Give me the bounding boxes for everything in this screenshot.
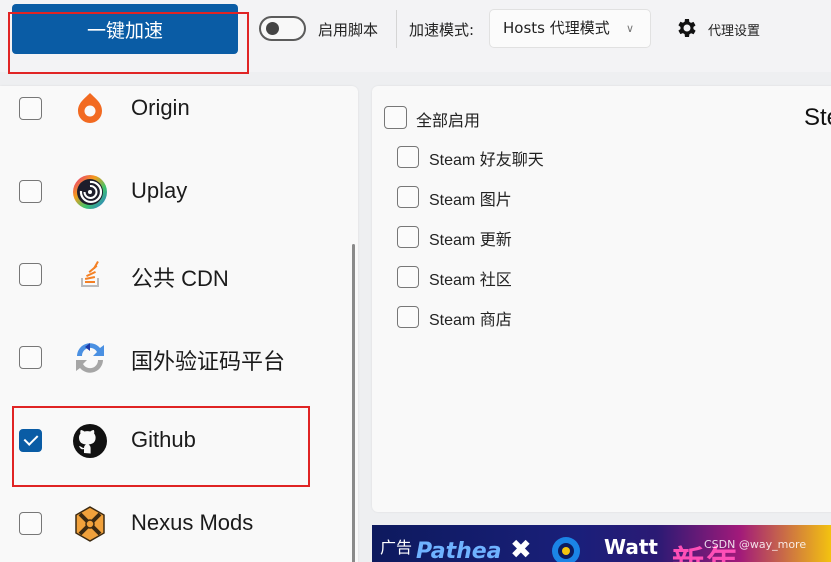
select-all-checkbox[interactable] bbox=[384, 106, 407, 129]
nexus-mods-icon bbox=[75, 506, 105, 542]
service-checkbox[interactable] bbox=[19, 180, 42, 203]
service-checkbox[interactable] bbox=[19, 263, 42, 286]
service-item-origin[interactable]: Origin bbox=[0, 90, 352, 150]
detail-title: Ste bbox=[804, 104, 831, 131]
ad-logo-icon bbox=[552, 537, 580, 562]
service-label: Uplay bbox=[131, 178, 188, 203]
ad-cross-icon: ✖ bbox=[510, 535, 532, 562]
service-checkbox[interactable] bbox=[19, 512, 42, 535]
option-label: Steam 好友聊天 bbox=[429, 152, 544, 169]
option-label: Steam 图片 bbox=[429, 192, 512, 209]
option-checkbox-steam-chat[interactable] bbox=[397, 146, 419, 168]
toggle-knob bbox=[266, 22, 279, 35]
option-label: Steam 社区 bbox=[429, 272, 512, 289]
service-checkbox[interactable] bbox=[19, 346, 42, 369]
service-label: Origin bbox=[131, 95, 190, 120]
recaptcha-icon bbox=[76, 343, 104, 373]
origin-icon bbox=[78, 93, 102, 123]
public-cdn-icon bbox=[81, 261, 99, 287]
select-all-label: 全部启用 bbox=[416, 113, 481, 130]
chevron-down-icon: ∨ bbox=[625, 22, 634, 35]
service-item-uplay[interactable]: Uplay bbox=[0, 173, 352, 233]
uplay-icon bbox=[73, 175, 107, 209]
github-icon bbox=[73, 424, 107, 458]
option-checkbox-steam-community[interactable] bbox=[397, 266, 419, 288]
service-list-panel bbox=[0, 86, 358, 562]
service-label: Github bbox=[131, 427, 196, 452]
option-label: Steam 更新 bbox=[429, 232, 512, 249]
service-item-github[interactable]: Github bbox=[0, 422, 352, 482]
proxy-settings-label[interactable]: 代理设置 bbox=[708, 20, 760, 39]
watermark: CSDN @way_more bbox=[704, 538, 807, 551]
service-item-captcha[interactable]: 国外验证码平台 bbox=[0, 339, 352, 399]
enable-script-toggle[interactable] bbox=[259, 16, 306, 41]
option-label: Steam 商店 bbox=[429, 312, 512, 329]
service-label: 公共 CDN bbox=[131, 266, 229, 291]
gear-icon[interactable] bbox=[675, 16, 699, 40]
one-click-accelerate-button[interactable]: 一键加速 bbox=[12, 4, 238, 54]
ad-brand-pathea: Pathea bbox=[416, 539, 502, 562]
acceleration-mode-select[interactable]: Hosts 代理模式 ∨ bbox=[489, 9, 651, 48]
service-label: Nexus Mods bbox=[131, 510, 254, 535]
service-checkbox[interactable] bbox=[19, 429, 42, 452]
ad-brand-watt: Watt bbox=[604, 535, 658, 559]
toolbar-divider bbox=[396, 10, 397, 48]
acceleration-mode-label: 加速模式: bbox=[409, 21, 475, 39]
option-checkbox-steam-images[interactable] bbox=[397, 186, 419, 208]
mode-select-value: Hosts 代理模式 bbox=[503, 19, 610, 37]
service-label: 国外验证码平台 bbox=[131, 349, 286, 374]
toolbar: 一键加速 启用脚本 加速模式: Hosts 代理模式 ∨ 代理设置 bbox=[0, 0, 831, 72]
option-checkbox-steam-store[interactable] bbox=[397, 306, 419, 328]
service-list-scrollbar[interactable] bbox=[352, 244, 355, 562]
service-item-public-cdn[interactable]: 公共 CDN bbox=[0, 256, 352, 316]
ad-tag: 广告 bbox=[380, 538, 413, 557]
enable-script-label: 启用脚本 bbox=[318, 21, 379, 39]
service-item-nexus-mods[interactable]: Nexus Mods bbox=[0, 505, 352, 562]
service-checkbox[interactable] bbox=[19, 97, 42, 120]
option-checkbox-steam-update[interactable] bbox=[397, 226, 419, 248]
